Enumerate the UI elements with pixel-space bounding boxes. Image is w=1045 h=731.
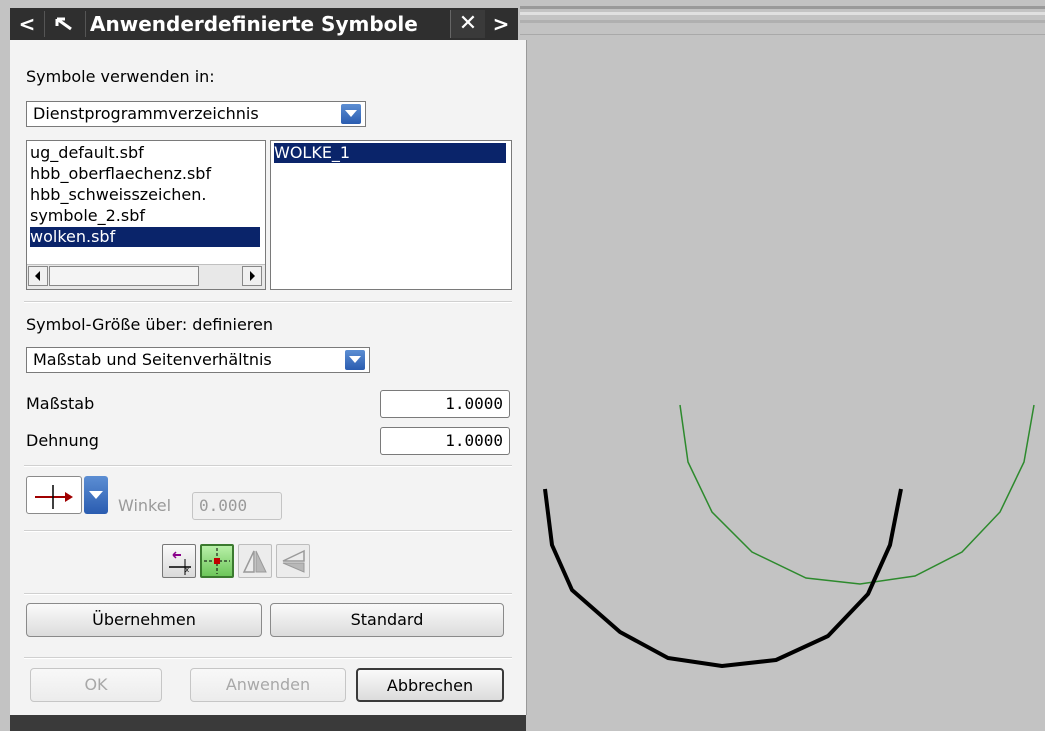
- angle-input[interactable]: 0.000: [192, 492, 282, 520]
- scroll-thumb[interactable]: [49, 266, 199, 286]
- dialog-panel: Symbole verwenden in: Dienstprogrammverz…: [10, 40, 527, 715]
- stretch-label: Dehnung: [26, 431, 99, 450]
- scroll-left-button[interactable]: [28, 266, 48, 286]
- symbols-in-label: Symbole verwenden in:: [26, 67, 215, 86]
- dialog-bottom-edge: [10, 715, 526, 731]
- file-list-item[interactable]: ug_default.sbf: [30, 143, 260, 163]
- crosshair-icon: [204, 548, 230, 574]
- symbols-in-dropdown[interactable]: Dienstprogrammverzeichnis: [26, 101, 366, 127]
- file-list-item[interactable]: symbole_2.sbf: [30, 206, 260, 226]
- scroll-left-icon: [35, 271, 40, 281]
- horizontal-orientation-icon: [35, 485, 73, 509]
- cloud-preview-arc: [679, 404, 1035, 585]
- apply-settings-button[interactable]: Übernehmen: [26, 603, 262, 637]
- resize-arrow-icon: [55, 17, 72, 31]
- cancel-button[interactable]: Abbrechen: [356, 668, 504, 702]
- viewport-top-border: [520, 0, 1045, 35]
- scale-label: Maßstab: [26, 394, 95, 413]
- standard-button[interactable]: Standard: [270, 603, 504, 637]
- file-list-item[interactable]: hbb_oberflaechenz.sbf: [30, 164, 260, 184]
- ok-button[interactable]: OK: [30, 668, 162, 702]
- dialog-titlebar: < Anwenderdefinierte Symbole ✕ >: [10, 8, 518, 40]
- size-definition-value: Maßstab und Seitenverhältnis: [33, 350, 272, 369]
- mirror-horizontal-button[interactable]: [238, 544, 272, 578]
- close-icon: ✕: [458, 11, 478, 36]
- close-dialog-button[interactable]: ✕: [450, 10, 485, 38]
- symbol-list-item[interactable]: WOLKE_1: [274, 143, 506, 163]
- mirror-horizontal-icon: [242, 550, 267, 573]
- symbols-in-value: Dienstprogrammverzeichnis: [33, 104, 259, 123]
- chevron-down-icon: [89, 491, 103, 499]
- horizontal-scrollbar[interactable]: [27, 264, 265, 289]
- separator: [24, 301, 512, 303]
- mirror-vertical-button[interactable]: [276, 544, 310, 578]
- size-definition-dropdown[interactable]: Maßstab und Seitenverhältnis: [26, 347, 370, 373]
- origin-point-icon: x: [169, 551, 191, 575]
- apply-button[interactable]: Anwenden: [190, 668, 346, 702]
- symbol-file-list[interactable]: ug_default.sbf hbb_oberflaechenz.sbf hbb_s…: [26, 140, 266, 290]
- dialog-title: Anwenderdefinierte Symbole: [90, 12, 418, 36]
- separator: [24, 530, 512, 532]
- file-list-item[interactable]: wolken.sbf: [30, 227, 260, 247]
- scroll-right-icon: [250, 271, 255, 281]
- scale-input[interactable]: 1.0000: [380, 390, 510, 418]
- next-dialog-button[interactable]: >: [490, 11, 512, 37]
- scroll-right-button[interactable]: [242, 266, 262, 286]
- mirror-vertical-icon: [282, 549, 305, 573]
- file-list-item[interactable]: hbb_schweisszeichen.: [30, 185, 260, 205]
- dialog-grip[interactable]: [44, 11, 86, 37]
- separator: [24, 593, 512, 595]
- stretch-input[interactable]: 1.0000: [380, 427, 510, 455]
- size-definition-label: Symbol-Größe über: definieren: [26, 315, 274, 334]
- crosshair-tool-button[interactable]: [200, 544, 234, 578]
- orientation-dropdown[interactable]: [26, 476, 110, 516]
- separator: [24, 657, 512, 659]
- chevron-down-icon[interactable]: [345, 350, 365, 370]
- chevron-down-icon[interactable]: [341, 104, 361, 124]
- angle-label: Winkel: [118, 496, 172, 515]
- cloud-placed-arc: [543, 488, 903, 668]
- previous-dialog-button[interactable]: <: [16, 11, 38, 37]
- separator: [24, 465, 512, 467]
- svg-text:x: x: [185, 566, 189, 574]
- origin-tool-button[interactable]: x: [162, 544, 196, 578]
- symbol-name-list[interactable]: WOLKE_1: [270, 140, 512, 290]
